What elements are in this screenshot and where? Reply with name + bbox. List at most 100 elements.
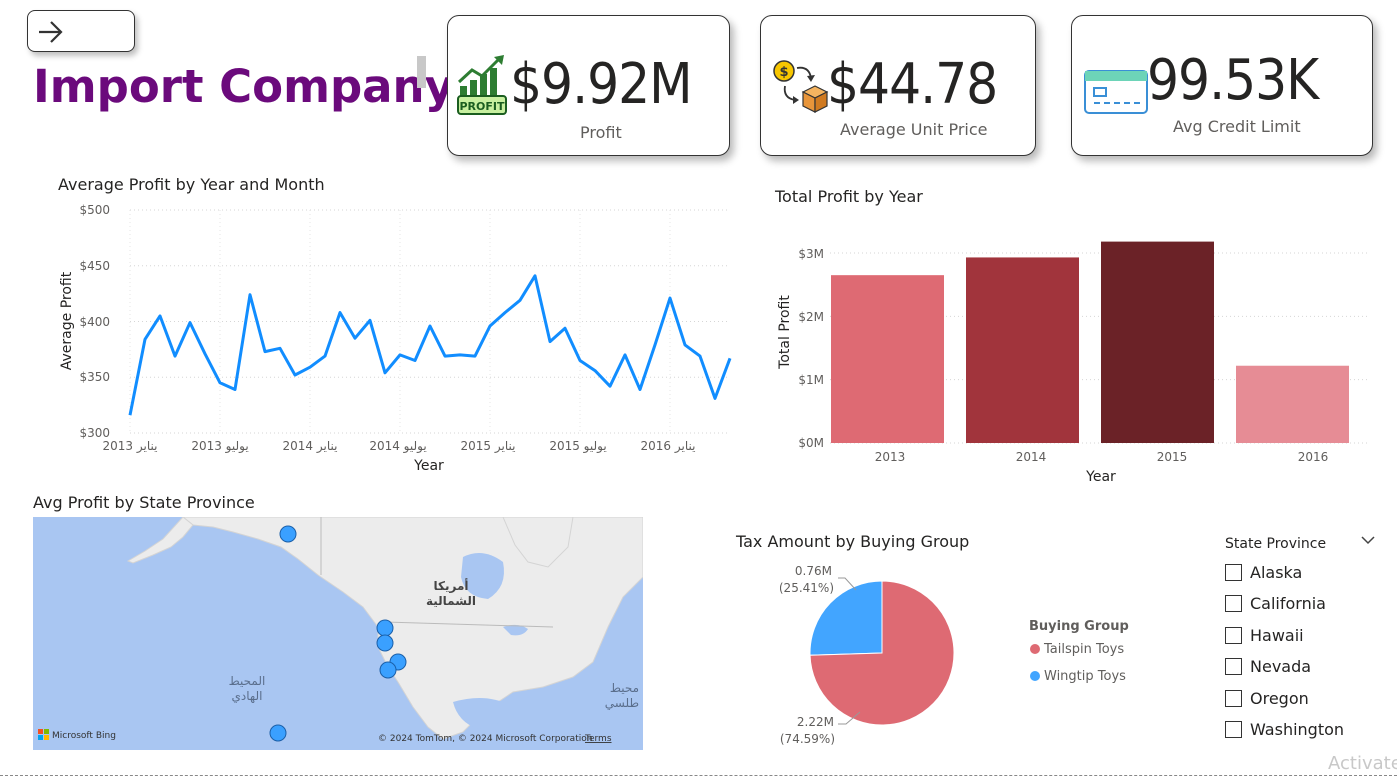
- title-divider: [417, 56, 426, 88]
- slicer-item-nevada[interactable]: Nevada: [1225, 657, 1311, 677]
- line-chart[interactable]: $500 $450 $400 $350 $300 2013 يناير 2013…: [40, 195, 740, 480]
- line-x-tick: 2013 يوليو: [191, 439, 248, 454]
- bar-x-tick: 2013: [875, 450, 906, 464]
- pie-legend-item-tailspin[interactable]: Tailspin Toys: [1030, 642, 1124, 657]
- bing-label: Microsoft Bing: [52, 731, 116, 741]
- line-chart-title: Average Profit by Year and Month: [58, 175, 325, 194]
- page-bottom-border: [0, 775, 1397, 776]
- bar-y-tick: $3M: [798, 247, 824, 261]
- legend-label: Wingtip Toys: [1044, 669, 1126, 684]
- checkbox[interactable]: [1225, 595, 1242, 612]
- bar-chart[interactable]: $3M $2M $1M $0M 2013 2014 2015 2016 Year…: [770, 220, 1380, 490]
- slicer-item-label: California: [1250, 594, 1326, 613]
- kpi-card-profit[interactable]: PROFIT $9.92M Profit: [447, 15, 730, 156]
- bar-2014[interactable]: [966, 257, 1079, 443]
- bing-logo-icon: [38, 729, 49, 740]
- kpi-label: Profit: [580, 123, 622, 142]
- bar-2013[interactable]: [831, 275, 944, 443]
- activation-watermark: Activate: [1328, 753, 1397, 774]
- checkbox[interactable]: [1225, 721, 1242, 738]
- kpi-label: Average Unit Price: [840, 120, 988, 139]
- profit-icon-text: PROFIT: [460, 100, 505, 113]
- legend-dot-icon: [1030, 671, 1040, 681]
- map-label-pacific-line2: الهادي: [232, 689, 263, 703]
- line-x-tick: 2013 يناير: [103, 439, 158, 454]
- bar-y-tick: $1M: [798, 373, 824, 387]
- map-label-pacific-line1: المحيط: [229, 674, 266, 688]
- bar-2016[interactable]: [1236, 365, 1349, 443]
- line-x-tick: 2015 يوليو: [549, 439, 606, 454]
- pie-label-value: 0.76M: [795, 564, 832, 578]
- map-visual[interactable]: أمريكا الشمالية المحيط الهادي محيط طلسي …: [33, 517, 643, 750]
- legend-dot-icon: [1030, 644, 1040, 654]
- line-y-tick: $350: [79, 370, 110, 384]
- map-point[interactable]: [269, 724, 287, 742]
- legend-label: Tailspin Toys: [1044, 642, 1125, 657]
- map-point[interactable]: [279, 525, 297, 543]
- coin-box-exchange-icon: $: [773, 60, 829, 113]
- map-label-atlantic-line1: محيط: [610, 681, 639, 695]
- kpi-value: 99.53K: [1147, 48, 1319, 113]
- slicer-item-california[interactable]: California: [1225, 594, 1326, 614]
- map-point[interactable]: [376, 619, 394, 637]
- slicer-item-label: Washington: [1250, 720, 1345, 739]
- map-title: Avg Profit by State Province: [33, 493, 255, 512]
- bar-y-tick: $2M: [798, 310, 824, 324]
- bar-2015[interactable]: [1101, 241, 1214, 443]
- pie-chart-title: Tax Amount by Buying Group: [736, 532, 970, 551]
- pie-chart[interactable]: 0.76M (25.41%) 2.22M (74.59%): [780, 560, 1010, 750]
- slicer-item-label: Nevada: [1250, 657, 1312, 676]
- alaska-peninsula: [126, 517, 194, 564]
- line-y-tick: $300: [79, 426, 110, 440]
- line-y-tick: $500: [79, 203, 110, 217]
- bar-y-axis-label: Total Profit: [777, 295, 793, 370]
- checkbox[interactable]: [1225, 627, 1242, 644]
- bar-x-tick: 2015: [1157, 450, 1188, 464]
- bar-x-tick: 2014: [1016, 450, 1047, 464]
- map-terms-link[interactable]: Terms: [584, 734, 612, 744]
- pie-label-value: 2.22M: [797, 715, 834, 729]
- checkbox[interactable]: [1225, 658, 1242, 675]
- slicer-title: State Province: [1225, 536, 1327, 552]
- bar-x-tick: 2016: [1298, 450, 1329, 464]
- line-y-axis-label: Average Profit: [59, 271, 75, 370]
- kpi-card-avg-credit-limit[interactable]: 99.53K Avg Credit Limit: [1071, 15, 1373, 156]
- map-point[interactable]: [379, 661, 397, 679]
- slicer-item-hawaii[interactable]: Hawaii: [1225, 626, 1304, 646]
- map-canvas: أمريكا الشمالية المحيط الهادي محيط طلسي …: [38, 517, 643, 744]
- arrow-right-icon: [39, 21, 63, 43]
- line-y-tick: $450: [79, 259, 110, 273]
- map-credit: © 2024 TomTom, © 2024 Microsoft Corporat…: [378, 734, 592, 744]
- page-title: Import Company: [33, 60, 454, 113]
- slicer-item-label: Alaska: [1250, 563, 1303, 582]
- map-point[interactable]: [376, 634, 394, 652]
- profit-growth-icon: PROFIT: [457, 55, 507, 115]
- pie-label-percent: (25.41%): [780, 581, 834, 595]
- map-label-continent-line2: الشمالية: [426, 594, 476, 608]
- slicer-item-washington[interactable]: Washington: [1225, 720, 1344, 740]
- checkbox[interactable]: [1225, 690, 1242, 707]
- pie-legend-item-wingtip[interactable]: Wingtip Toys: [1030, 669, 1126, 684]
- slicer-item-alaska[interactable]: Alaska: [1225, 563, 1302, 583]
- kpi-value: $44.78: [827, 52, 998, 117]
- slicer-item-label: Oregon: [1250, 689, 1309, 708]
- north-america-landmass: [182, 517, 643, 740]
- line-y-tick: $400: [79, 315, 110, 329]
- slicer-item-oregon[interactable]: Oregon: [1225, 689, 1309, 709]
- checkbox[interactable]: [1225, 564, 1242, 581]
- line-x-tick: 2014 يوليو: [369, 439, 426, 454]
- slicer-item-label: Hawaii: [1250, 626, 1304, 645]
- bar-x-axis-label: Year: [1085, 469, 1116, 485]
- coin-symbol: $: [779, 65, 788, 80]
- bar-y-tick: $0M: [798, 436, 824, 450]
- line-x-tick: 2016 يناير: [641, 439, 696, 454]
- back-navigation-button[interactable]: [27, 10, 135, 52]
- kpi-card-average-unit-price[interactable]: $ $44.78 Average Unit Price: [760, 15, 1036, 156]
- pie-label-percent: (74.59%): [780, 732, 835, 746]
- credit-card-icon: [1084, 70, 1148, 114]
- chevron-down-icon[interactable]: [1360, 532, 1376, 548]
- kpi-label: Avg Credit Limit: [1173, 117, 1301, 136]
- line-x-axis-label: Year: [413, 458, 444, 474]
- line-x-tick: 2014 يناير: [283, 439, 338, 454]
- kpi-value: $9.92M: [510, 52, 693, 117]
